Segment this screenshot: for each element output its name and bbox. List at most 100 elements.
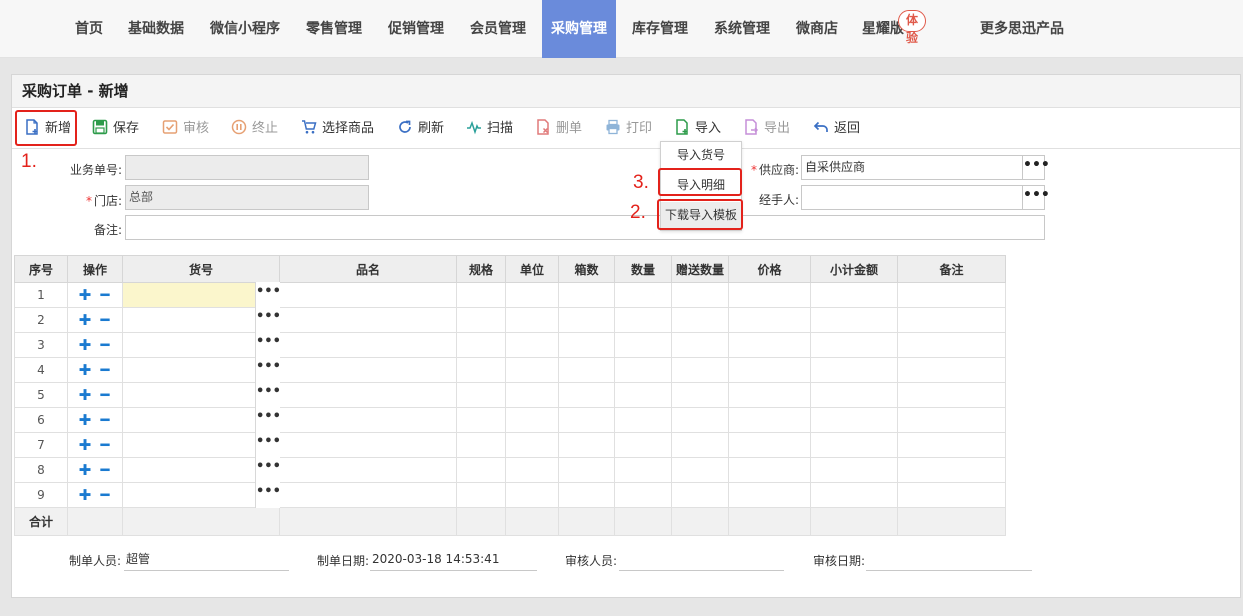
refresh-button[interactable]: 刷新 xyxy=(397,117,444,141)
sku-cell[interactable]: ••• xyxy=(122,382,281,408)
price-cell[interactable] xyxy=(728,432,811,458)
spec-cell[interactable] xyxy=(456,482,506,508)
unit-cell[interactable] xyxy=(505,357,559,383)
gift-qty-cell[interactable] xyxy=(671,332,729,358)
remark-cell[interactable] xyxy=(897,382,1006,408)
sku-picker-button[interactable]: ••• xyxy=(255,407,281,433)
remark-cell[interactable] xyxy=(897,482,1006,508)
box-cell[interactable] xyxy=(558,407,615,433)
scan-button[interactable]: 扫描 xyxy=(466,117,513,141)
row-add-remove-icons[interactable]: ✚ ━ xyxy=(67,407,123,433)
unit-cell[interactable] xyxy=(505,457,559,483)
print-button[interactable]: 打印 xyxy=(605,117,652,141)
back-button[interactable]: 返回 xyxy=(813,117,860,141)
gift-qty-cell[interactable] xyxy=(671,307,729,333)
sku-picker-button[interactable]: ••• xyxy=(255,482,281,508)
handler-input[interactable] xyxy=(801,185,1023,210)
remark-cell[interactable] xyxy=(897,457,1006,483)
unit-cell[interactable] xyxy=(505,382,559,408)
remark-cell[interactable] xyxy=(897,407,1006,433)
qty-cell[interactable] xyxy=(614,357,672,383)
sku-cell[interactable]: ••• xyxy=(122,407,281,433)
store-input[interactable]: 总部 xyxy=(125,185,369,210)
audit-button[interactable]: 审核 xyxy=(162,117,209,141)
sku-cell[interactable]: ••• xyxy=(122,307,281,333)
name-cell[interactable] xyxy=(279,432,457,458)
stop-button[interactable]: 终止 xyxy=(231,117,278,141)
name-cell[interactable] xyxy=(279,332,457,358)
row-add-remove-icons[interactable]: ✚ ━ xyxy=(67,307,123,333)
subtotal-cell[interactable] xyxy=(810,307,898,333)
gift-qty-cell[interactable] xyxy=(671,432,729,458)
row-add-remove-icons[interactable]: ✚ ━ xyxy=(67,432,123,458)
name-cell[interactable] xyxy=(279,382,457,408)
nav-xingyao[interactable]: 星耀版 体验 xyxy=(854,0,927,58)
supplier-picker-button[interactable]: ••• xyxy=(1022,155,1050,180)
remark-cell[interactable] xyxy=(897,307,1006,333)
remark-cell[interactable] xyxy=(897,357,1006,383)
sku-picker-button[interactable]: ••• xyxy=(255,457,281,483)
subtotal-cell[interactable] xyxy=(810,457,898,483)
row-add-remove-icons[interactable]: ✚ ━ xyxy=(67,357,123,383)
sku-picker-button[interactable]: ••• xyxy=(255,432,281,458)
name-cell[interactable] xyxy=(279,407,457,433)
qty-cell[interactable] xyxy=(614,407,672,433)
nav-inventory[interactable]: 库存管理 xyxy=(622,0,698,58)
row-add-remove-icons[interactable]: ✚ ━ xyxy=(67,457,123,483)
sku-picker-button[interactable]: ••• xyxy=(255,332,281,358)
qty-cell[interactable] xyxy=(614,457,672,483)
subtotal-cell[interactable] xyxy=(810,382,898,408)
spec-cell[interactable] xyxy=(456,307,506,333)
spec-cell[interactable] xyxy=(456,357,506,383)
gift-qty-cell[interactable] xyxy=(671,457,729,483)
sku-cell[interactable]: ••• xyxy=(122,482,281,508)
box-cell[interactable] xyxy=(558,457,615,483)
row-add-remove-icons[interactable]: ✚ ━ xyxy=(67,382,123,408)
qty-cell[interactable] xyxy=(614,382,672,408)
subtotal-cell[interactable] xyxy=(810,282,898,308)
remark-cell[interactable] xyxy=(897,282,1006,308)
sku-cell[interactable]: ••• xyxy=(122,332,281,358)
subtotal-cell[interactable] xyxy=(810,332,898,358)
qty-cell[interactable] xyxy=(614,482,672,508)
nav-member[interactable]: 会员管理 xyxy=(460,0,536,58)
box-cell[interactable] xyxy=(558,282,615,308)
supplier-input[interactable]: 自采供应商 xyxy=(801,155,1023,180)
price-cell[interactable] xyxy=(728,382,811,408)
row-add-remove-icons[interactable]: ✚ ━ xyxy=(67,332,123,358)
gift-qty-cell[interactable] xyxy=(671,407,729,433)
sku-picker-button[interactable]: ••• xyxy=(255,282,281,308)
sku-picker-button[interactable]: ••• xyxy=(255,307,281,333)
remark-cell[interactable] xyxy=(897,432,1006,458)
box-cell[interactable] xyxy=(558,357,615,383)
delete-button[interactable]: 删单 xyxy=(535,117,582,141)
name-cell[interactable] xyxy=(279,457,457,483)
box-cell[interactable] xyxy=(558,307,615,333)
qty-cell[interactable] xyxy=(614,332,672,358)
price-cell[interactable] xyxy=(728,282,811,308)
nav-more-products[interactable]: 更多思迅产品 xyxy=(970,0,1074,58)
nav-promotion[interactable]: 促销管理 xyxy=(378,0,454,58)
sku-cell[interactable]: ••• xyxy=(122,457,281,483)
box-cell[interactable] xyxy=(558,482,615,508)
order-no-input[interactable] xyxy=(125,155,369,180)
remark-cell[interactable] xyxy=(897,332,1006,358)
spec-cell[interactable] xyxy=(456,282,506,308)
nav-system[interactable]: 系统管理 xyxy=(704,0,780,58)
box-cell[interactable] xyxy=(558,332,615,358)
nav-purchase[interactable]: 采购管理 xyxy=(542,0,616,58)
qty-cell[interactable] xyxy=(614,282,672,308)
handler-picker-button[interactable]: ••• xyxy=(1022,185,1050,210)
qty-cell[interactable] xyxy=(614,432,672,458)
sku-picker-button[interactable]: ••• xyxy=(255,357,281,383)
sku-picker-button[interactable]: ••• xyxy=(255,382,281,408)
save-button[interactable]: 保存 xyxy=(92,117,139,141)
nav-retail[interactable]: 零售管理 xyxy=(296,0,372,58)
gift-qty-cell[interactable] xyxy=(671,357,729,383)
unit-cell[interactable] xyxy=(505,482,559,508)
subtotal-cell[interactable] xyxy=(810,432,898,458)
unit-cell[interactable] xyxy=(505,432,559,458)
spec-cell[interactable] xyxy=(456,382,506,408)
spec-cell[interactable] xyxy=(456,432,506,458)
price-cell[interactable] xyxy=(728,407,811,433)
